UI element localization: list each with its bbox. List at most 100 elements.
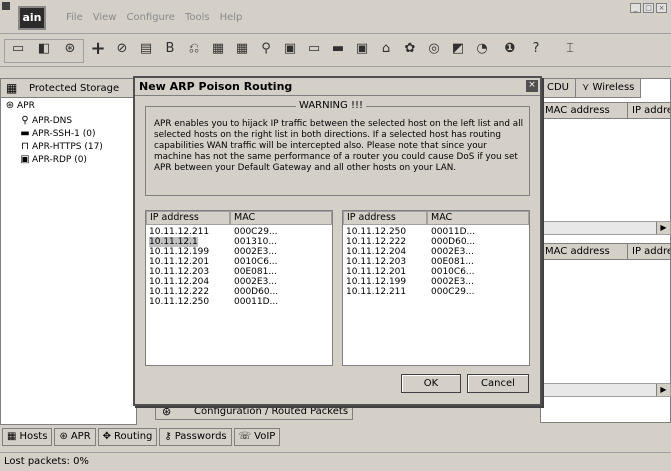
list-item[interactable]: 10.11.12.211 000C29...: [343, 287, 529, 297]
apr-icon: ⊛: [5, 100, 15, 111]
row-mac: 001310...: [234, 237, 277, 247]
tool-icon-11[interactable]: ▬: [328, 39, 348, 59]
row-mac: 00011D...: [431, 227, 476, 237]
config-tab-label: Configuration / Routed Packets: [194, 406, 349, 417]
menu-configure[interactable]: Configure: [126, 12, 174, 23]
menu-help[interactable]: Help: [220, 12, 243, 23]
list-item[interactable]: 10.11.12.204 0002E3...: [343, 247, 529, 257]
add-icon[interactable]: +: [88, 39, 108, 59]
tool-icon-14[interactable]: ✿: [400, 39, 420, 59]
tree-item-apr-dns[interactable]: ⚲ APR-DNS: [18, 115, 72, 126]
list-item[interactable]: 10.11.12.203 00E081...: [343, 257, 529, 267]
password-icon[interactable]: ▭: [304, 39, 324, 59]
tree-item-apr-https[interactable]: ⊓ APR-HTTPS (17): [18, 141, 103, 152]
protected-storage-tab[interactable]: ▦ Protected Storage: [0, 78, 137, 98]
tab-hosts[interactable]: ▦ Hosts: [2, 428, 53, 446]
row-mac: 0010C6...: [234, 257, 278, 267]
row-mac: 00011D...: [234, 297, 279, 307]
col-mac[interactable]: MAC: [427, 211, 529, 225]
list-item[interactable]: 10.11.12.204 0002E3...: [146, 277, 332, 287]
help-icon[interactable]: ?: [526, 39, 546, 59]
horizontal-scrollbar-bottom[interactable]: ▶: [540, 383, 671, 397]
list-item[interactable]: 10.11.12.211 000C29...: [146, 227, 332, 237]
new-arp-poison-routing-dialog: New ARP Poison Routing × WARNING !!! APR…: [133, 76, 542, 406]
ntlm-icon[interactable]: ▦: [232, 39, 252, 59]
list-item[interactable]: 10.11.12.222 000D60...: [146, 287, 332, 297]
horizontal-scrollbar-top[interactable]: ▶: [540, 221, 671, 235]
menu-view[interactable]: View: [93, 12, 117, 23]
tool-icon-12[interactable]: ▣: [352, 39, 372, 59]
col-ip-address-bottom[interactable]: IP addre: [627, 243, 671, 260]
tool-icon-15[interactable]: ◎: [424, 39, 444, 59]
tool-icon-9[interactable]: ▣: [280, 39, 300, 59]
warning-title: WARNING !!!: [296, 100, 366, 111]
info-icon[interactable]: ❶: [500, 39, 520, 59]
tab-cdu[interactable]: CDU: [540, 78, 577, 98]
row-ip: 10.11.12.211: [346, 287, 407, 297]
minimize-button[interactable]: _: [630, 3, 641, 13]
tree-item-apr-ssh[interactable]: ▬ APR-SSH-1 (0): [18, 128, 95, 139]
col-ip-address-top[interactable]: IP addre: [627, 102, 671, 119]
list-item[interactable]: 10.11.12.199 0002E3...: [343, 277, 529, 287]
scroll-right-arrow[interactable]: ▶: [656, 384, 670, 396]
row-mac: 00E081...: [431, 257, 474, 267]
apr-icon: ⊛: [162, 405, 172, 418]
tab-apr-label: APR: [70, 431, 91, 442]
tool-icon-17[interactable]: ◔: [472, 39, 492, 59]
tree-item-label: APR: [17, 101, 35, 111]
tab-wireless[interactable]: ⋎ Wireless: [575, 78, 642, 98]
list-item-selected[interactable]: 10.11.12.1 001310...: [146, 237, 332, 247]
source-host-list[interactable]: IP address MAC 10.11.12.211 000C29... 10.…: [145, 210, 333, 366]
tree-item-apr[interactable]: ⊛ APR: [3, 100, 35, 111]
list-item[interactable]: 10.11.12.201 0010C6...: [146, 257, 332, 267]
tab-apr[interactable]: ⊛ APR: [54, 428, 96, 446]
sniffer-icon[interactable]: ⊛: [60, 39, 80, 59]
list-item[interactable]: 10.11.12.203 00E081...: [146, 267, 332, 277]
exit-icon[interactable]: ⌶: [560, 39, 580, 59]
row-ip: 10.11.12.204: [346, 247, 407, 257]
cancel-button[interactable]: Cancel: [467, 374, 529, 393]
menu-file[interactable]: File: [66, 12, 83, 23]
list-item[interactable]: 10.11.12.201 0010C6...: [343, 267, 529, 277]
row-mac: 0002E3...: [234, 247, 277, 257]
scroll-right-arrow[interactable]: ▶: [656, 222, 670, 234]
maximize-button[interactable]: □: [643, 3, 654, 13]
tool-icon-5[interactable]: ⎌: [184, 39, 204, 59]
tree-item-apr-rdp[interactable]: ▣ APR-RDP (0): [18, 154, 87, 165]
tab-passwords[interactable]: ⚷ Passwords: [159, 428, 232, 446]
list-item[interactable]: 10.11.12.250 00011D...: [343, 227, 529, 237]
list-item[interactable]: 10.11.12.199 0002E3...: [146, 247, 332, 257]
voip-icon: ☏: [238, 431, 252, 442]
tab-passwords-label: Passwords: [174, 431, 227, 442]
menu-tools[interactable]: Tools: [185, 12, 210, 23]
list-item[interactable]: 10.11.12.250 00011D...: [146, 297, 332, 307]
list-item[interactable]: 10.11.12.222 000D60...: [343, 237, 529, 247]
col-ip-address[interactable]: IP address: [343, 211, 427, 225]
tool-icon-3[interactable]: ▤: [136, 39, 156, 59]
col-mac-address-top[interactable]: MAC address: [540, 102, 628, 119]
tab-routing[interactable]: ✥ Routing: [97, 428, 158, 446]
lm-icon[interactable]: ▦: [208, 39, 228, 59]
col-mac-address-bottom[interactable]: MAC address: [540, 243, 628, 260]
tool-icon-16[interactable]: ◩: [448, 39, 468, 59]
col-ip-address[interactable]: IP address: [146, 211, 230, 225]
open-icon[interactable]: ▭: [8, 39, 28, 59]
ok-button[interactable]: OK: [401, 374, 461, 393]
row-mac: 0002E3...: [234, 277, 277, 287]
target-host-list[interactable]: IP address MAC 10.11.12.250 00011D... 10.…: [342, 210, 530, 366]
remove-icon[interactable]: ⊘: [112, 39, 132, 59]
tab-voip[interactable]: ☏ VoIP: [233, 428, 281, 446]
network-icon[interactable]: ◧: [34, 39, 54, 59]
col-mac[interactable]: MAC: [230, 211, 332, 225]
tree-item-label: APR-HTTPS (17): [32, 142, 103, 152]
row-mac: 000C29...: [431, 287, 475, 297]
tool-icon-8[interactable]: ⚲: [256, 39, 276, 59]
system-menu-icon[interactable]: [2, 2, 10, 10]
rdp-icon: ▣: [20, 154, 30, 165]
hash-icon[interactable]: B: [160, 39, 180, 59]
dialog-close-icon[interactable]: ×: [526, 80, 538, 92]
close-window-button[interactable]: ×: [656, 3, 667, 13]
warning-box: WARNING !!! APR enables you to hijack IP…: [145, 100, 530, 196]
tool-icon-13[interactable]: ⌂: [376, 39, 396, 59]
row-ip: 10.11.12.222: [149, 287, 210, 297]
